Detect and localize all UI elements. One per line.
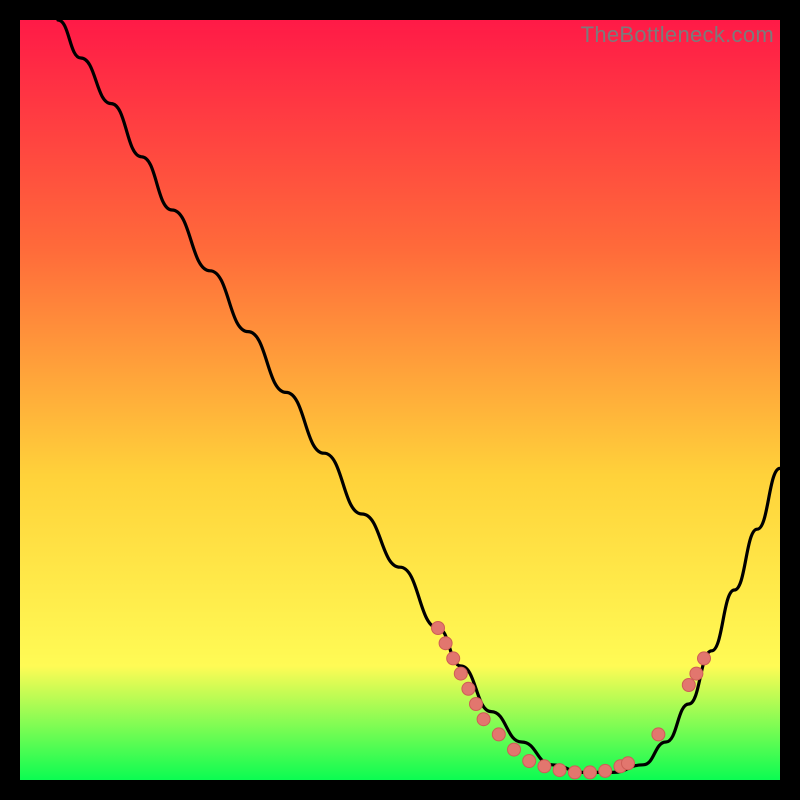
- watermark-text: TheBottleneck.com: [581, 22, 774, 48]
- data-marker: [622, 757, 635, 770]
- data-marker: [477, 713, 490, 726]
- data-marker: [432, 622, 445, 635]
- data-marker: [538, 760, 551, 773]
- data-marker: [523, 755, 536, 768]
- data-marker: [492, 728, 505, 741]
- data-marker: [568, 766, 581, 779]
- data-marker: [682, 679, 695, 692]
- gradient-bg: [20, 20, 780, 780]
- data-marker: [599, 764, 612, 777]
- data-marker: [584, 766, 597, 779]
- data-marker: [508, 743, 521, 756]
- data-marker: [447, 652, 460, 665]
- data-marker: [462, 682, 475, 695]
- data-marker: [470, 698, 483, 711]
- data-marker: [553, 764, 566, 777]
- data-marker: [652, 728, 665, 741]
- chart-svg: [20, 20, 780, 780]
- data-marker: [454, 667, 467, 680]
- chart-frame: TheBottleneck.com: [20, 20, 780, 780]
- data-marker: [690, 667, 703, 680]
- data-marker: [439, 637, 452, 650]
- data-marker: [698, 652, 711, 665]
